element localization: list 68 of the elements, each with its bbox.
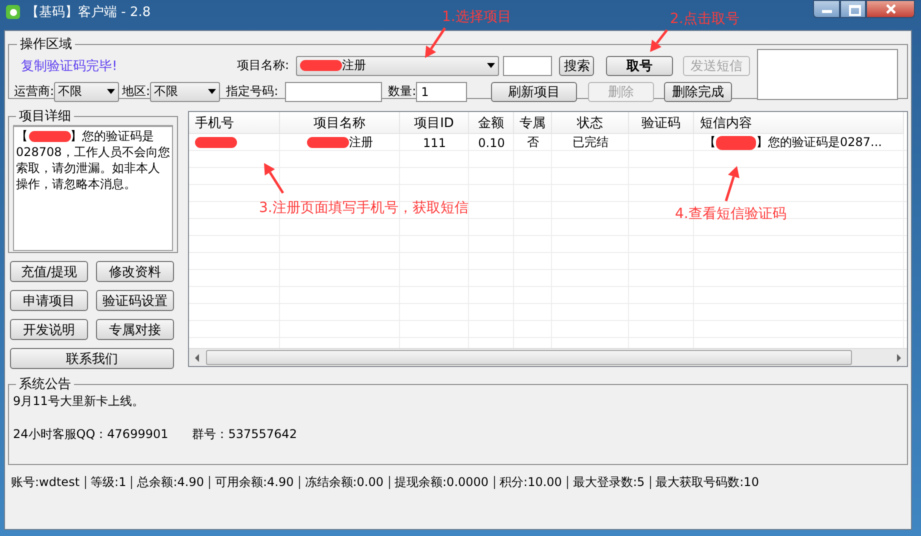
annotation-arrow	[425, 27, 446, 58]
button[interactable]: 修改资料	[96, 261, 174, 282]
message-text: 【 】您的验证码是028708，工作人员不会向您索取，请勿泄漏。如非本人操作，请忽略本消息。	[16, 128, 170, 192]
button[interactable]: 专属对接	[96, 319, 174, 340]
status-message: 复制验证码完毕!	[20, 58, 118, 74]
annotation-text: 1.选择项目	[442, 8, 512, 26]
status-text: 账号:wdtest	[11, 476, 81, 488]
group-title: 系统公告	[18, 376, 72, 393]
dropdown[interactable]: 注册	[296, 56, 499, 76]
minimize-icon[interactable]	[813, 0, 840, 18]
field-label: 地区:	[122, 83, 150, 100]
status-text: 等级:1	[84, 476, 132, 488]
button[interactable]: 充值/提现	[10, 261, 88, 282]
scrollbar-thumb[interactable]	[206, 350, 852, 365]
field-label: 项目名称:	[237, 57, 290, 74]
dropdown-value: 注册	[342, 57, 367, 74]
group-title: 项目详细	[18, 108, 72, 125]
status-text: 冻结余额:0.00	[298, 476, 389, 488]
status-text: 总余额:4.90	[131, 476, 209, 488]
button[interactable]: 申请项目	[10, 290, 88, 311]
input-field[interactable]: 1	[416, 82, 468, 102]
text-area[interactable]: 【 】您的验证码是028708，工作人员不会向您索取，请勿泄漏。如非本人操作，请忽略本消息。	[13, 125, 173, 251]
button[interactable]: 删除完成	[664, 82, 732, 102]
group-title: 操作区域	[19, 36, 73, 53]
button[interactable]: 搜索	[559, 56, 594, 76]
field-label: 数量:	[388, 83, 416, 100]
annotation-arrow	[650, 29, 668, 52]
status-text: 最大获取号码数:10	[650, 476, 764, 488]
field-label: 指定号码:	[226, 83, 280, 100]
annotation-arrow	[724, 166, 740, 202]
search-field[interactable]	[503, 56, 552, 76]
annotation-text: 3.注册页面填写手机号，获取短信	[259, 199, 468, 217]
announcement-text: 24小时客服QQ：47699901 群号：537557642	[13, 426, 298, 442]
dropdown[interactable]: 不限	[150, 82, 220, 102]
table-cell: 否	[527, 134, 539, 151]
button[interactable]: 刷新项目	[491, 82, 578, 102]
status-text: 最大登录数:5	[566, 476, 650, 488]
button[interactable]: 取号	[606, 56, 673, 76]
text-area[interactable]	[757, 49, 898, 100]
table-cell: 【	[704, 134, 716, 151]
caret-icon	[107, 89, 116, 94]
table-cell: 0.10	[478, 136, 505, 150]
caret-icon	[487, 63, 495, 68]
table-cell: 已完结	[572, 134, 608, 151]
annotation-arrow	[264, 163, 284, 194]
maximize-icon[interactable]	[840, 0, 866, 18]
table-cell: 111	[423, 136, 446, 150]
annotation-text: 4.查看短信验证码	[675, 205, 786, 223]
status-text: 提现余额:0.0000	[388, 476, 494, 488]
button[interactable]: 开发说明	[10, 319, 88, 340]
window-title: 【基码】客户端 - 2.8	[26, 4, 151, 21]
annotation-text: 2.点击取号	[670, 10, 740, 28]
status-text: 积分:10.00	[494, 476, 567, 488]
close-icon[interactable]	[866, 0, 915, 18]
button[interactable]: 联系我们	[10, 348, 174, 369]
caret-icon	[208, 89, 216, 94]
announcement-text: 9月11号大里新卡上线。	[13, 393, 145, 409]
scrollbar[interactable]	[189, 348, 907, 366]
button[interactable]: 验证码设置	[96, 290, 174, 311]
app-icon	[6, 5, 20, 19]
field-label: 运营商:	[14, 83, 54, 100]
table-cell: 注册	[349, 134, 373, 151]
dropdown-value: 不限	[154, 83, 180, 100]
status-text: 可用余额:4.90	[208, 476, 299, 488]
dropdown-value: 不限	[58, 83, 84, 100]
table-cell: 】您的验证码是0287...	[756, 134, 882, 151]
input-field[interactable]	[285, 82, 382, 102]
dropdown[interactable]: 不限	[54, 82, 120, 102]
